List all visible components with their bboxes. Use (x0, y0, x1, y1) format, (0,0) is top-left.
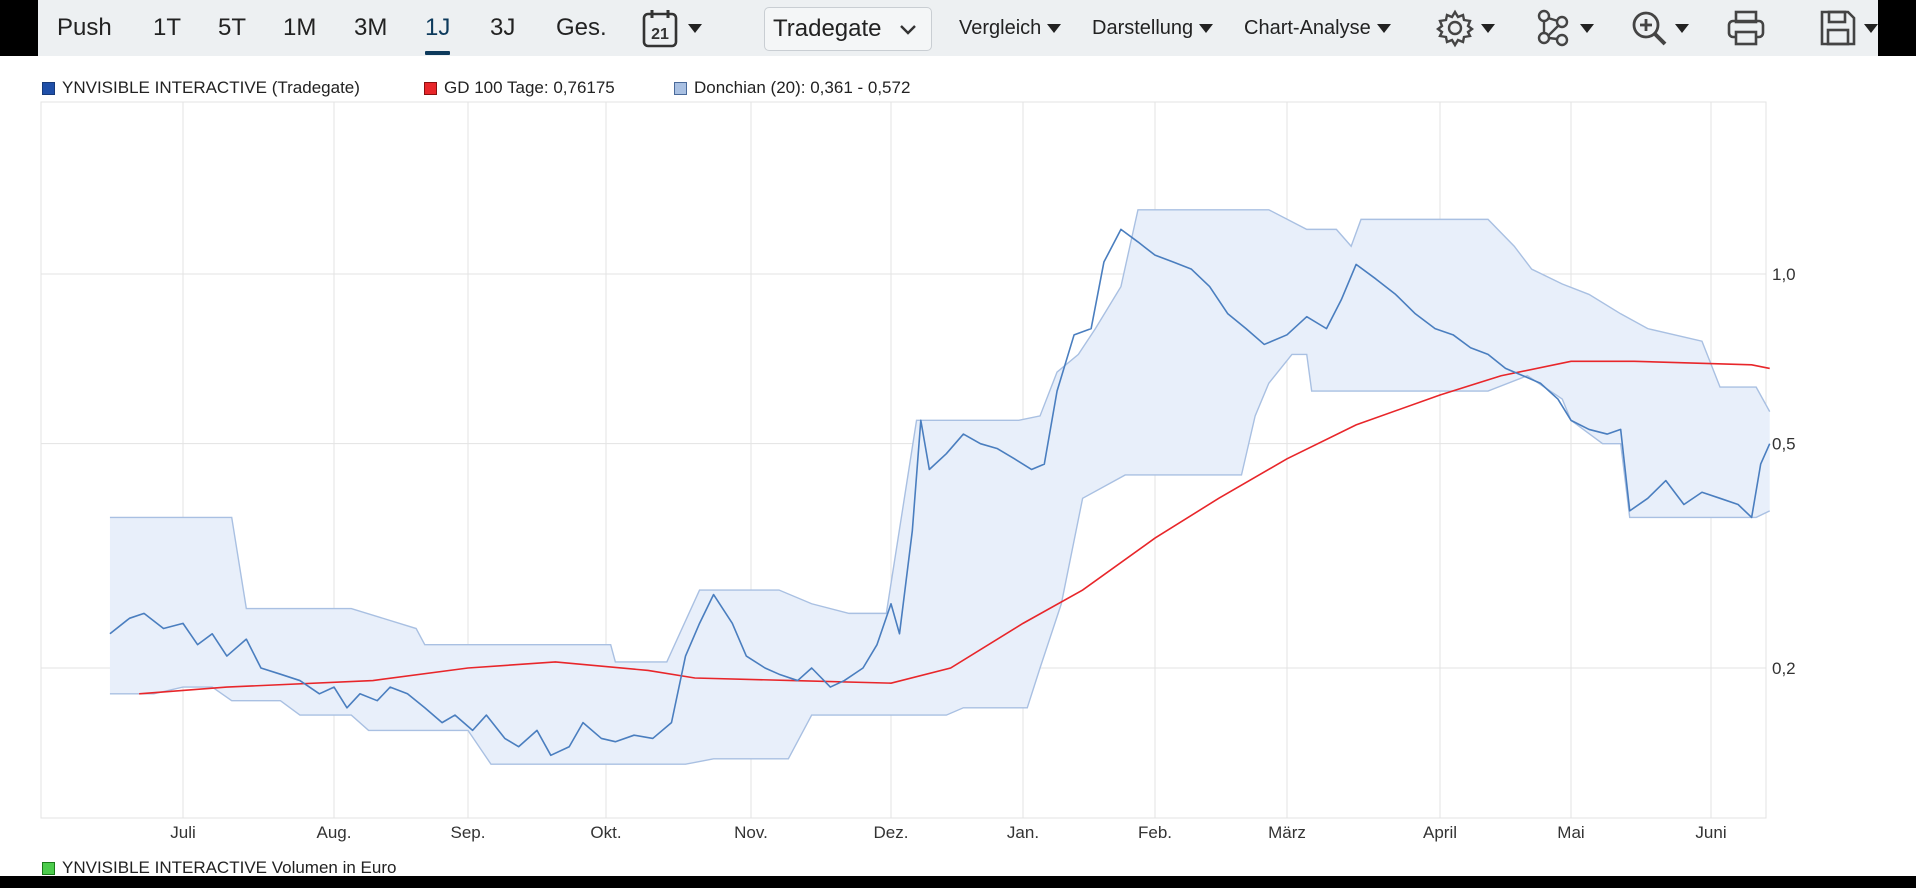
price-chart[interactable]: Juli Aug. Sep. Okt. Nov. Dez. Jan. Feb. März Apri… (0, 56, 1916, 856)
calendar-day: 21 (651, 26, 669, 43)
chevron-down-icon (1199, 23, 1214, 33)
chevron-down-icon (1481, 23, 1495, 33)
period-1t[interactable]: 1T (153, 0, 181, 56)
period-5t[interactable]: 5T (218, 0, 246, 56)
y-tick-label: 1,0 (1772, 265, 1796, 284)
x-tick-label: März (1268, 823, 1306, 842)
zoom-in-icon (1632, 11, 1667, 46)
chevron-down-icon (688, 23, 702, 33)
chart-analysis-menu-label: Chart-Analyse (1244, 16, 1371, 39)
x-tick-label: Okt. (590, 823, 621, 842)
zoom-button[interactable] (1629, 0, 1689, 56)
x-tick-label: Juni (1695, 823, 1726, 842)
chart-area: YNVISIBLE INTERACTIVE (Tradegate) GD 100… (0, 56, 1916, 878)
volume-swatch (42, 861, 55, 875)
chevron-down-icon (1047, 23, 1062, 33)
chevron-down-icon (1580, 23, 1594, 33)
x-tick-label: Mai (1557, 823, 1584, 842)
display-menu[interactable]: Darstellung (1092, 0, 1214, 56)
chevron-down-icon (1675, 23, 1689, 33)
period-1j[interactable]: 1J (425, 0, 451, 56)
gear-icon (1436, 9, 1474, 48)
x-tick-label: April (1423, 823, 1457, 842)
calendar-icon: 21 (642, 10, 678, 48)
legend-volume-label: YNVISIBLE INTERACTIVE Volumen in Euro (62, 858, 397, 877)
chart-toolbar: Push 1T 5T 1M 3M 1J 3J Ges. 21 Tradegate… (38, 0, 1878, 56)
period-push[interactable]: Push (57, 0, 112, 56)
print-button[interactable] (1725, 0, 1767, 56)
save-button[interactable] (1818, 0, 1878, 56)
x-tick-label: Dez. (874, 823, 909, 842)
x-tick-label: Jan. (1007, 823, 1039, 842)
settings-button[interactable] (1435, 0, 1495, 56)
compare-menu[interactable]: Vergleich (959, 0, 1062, 56)
x-tick-label: Aug. (317, 823, 352, 842)
network-icon (1537, 9, 1569, 47)
save-icon (1820, 10, 1856, 46)
exchange-select[interactable]: Tradegate (764, 7, 932, 51)
chevron-down-icon (1376, 23, 1391, 33)
x-tick-label: Feb. (1138, 823, 1172, 842)
x-tick-label: Sep. (451, 823, 486, 842)
chevron-down-icon (900, 25, 916, 35)
period-ges[interactable]: Ges. (556, 0, 607, 56)
period-1m[interactable]: 1M (283, 0, 316, 56)
calendar-dropdown[interactable]: 21 (642, 0, 702, 56)
exchange-select-value: Tradegate (773, 15, 882, 42)
x-tick-label: Juli (170, 823, 196, 842)
print-icon (1727, 10, 1765, 46)
y-tick-label: 0,2 (1772, 659, 1796, 678)
period-3m[interactable]: 3M (354, 0, 387, 56)
chevron-down-icon (1864, 23, 1878, 33)
chart-analysis-menu[interactable]: Chart-Analyse (1244, 0, 1391, 56)
display-menu-label: Darstellung (1092, 16, 1194, 39)
active-period-indicator (425, 51, 451, 55)
y-tick-label: 0,5 (1772, 435, 1796, 454)
compare-menu-label: Vergleich (959, 16, 1042, 39)
legend-volume[interactable]: YNVISIBLE INTERACTIVE Volumen in Euro (42, 858, 396, 878)
period-3j[interactable]: 3J (490, 0, 515, 56)
period-1j-label: 1J (425, 14, 451, 41)
x-tick-label: Nov. (734, 823, 768, 842)
indicators-button[interactable] (1534, 0, 1594, 56)
